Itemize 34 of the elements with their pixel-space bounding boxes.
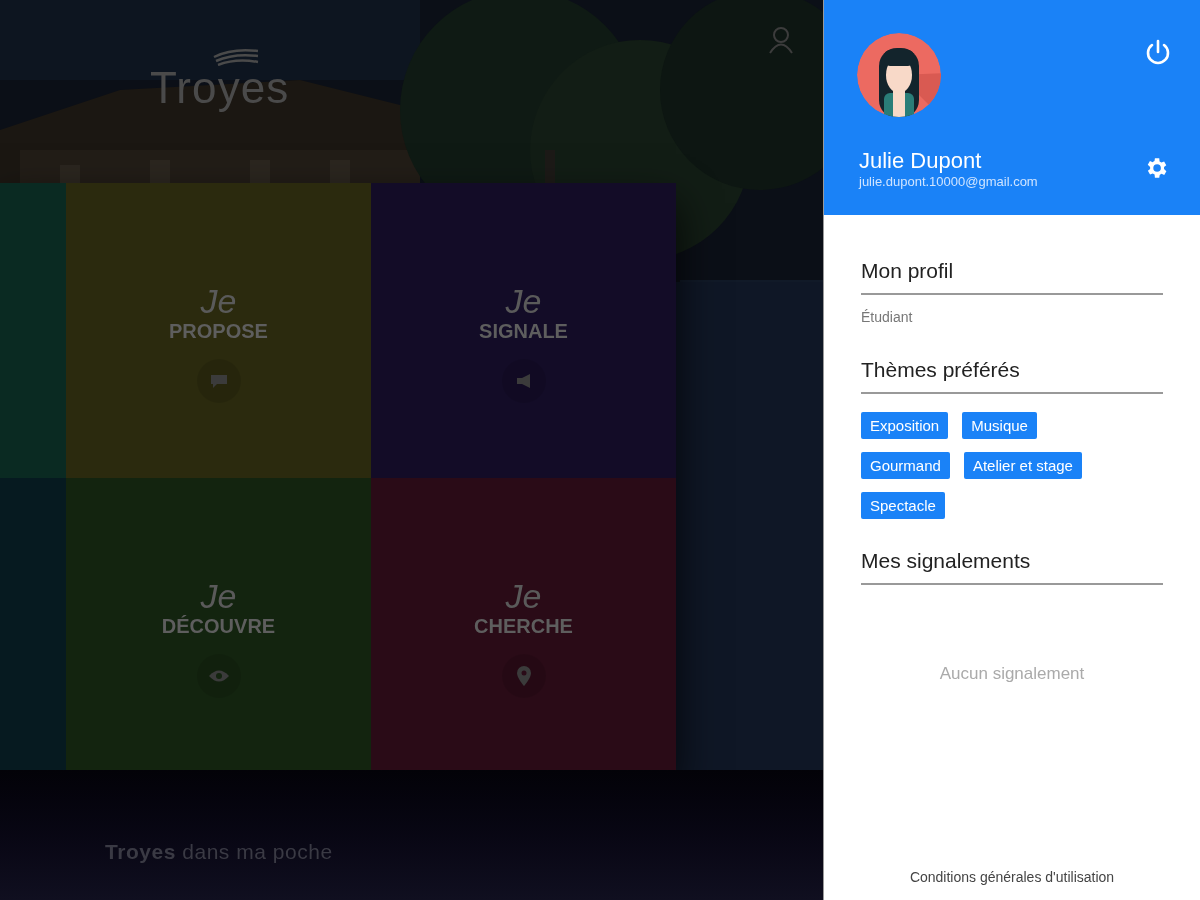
empty-message: Aucun signalement (939, 663, 1085, 685)
tile-label: DÉCOUVRE (161, 614, 276, 638)
section-title: Mon profil (861, 259, 954, 282)
section-title: Thèmes préférés (861, 358, 1020, 381)
tile-prefix: Je (200, 578, 237, 614)
location-pin-icon (516, 666, 531, 686)
theme-tag: Spectacle (861, 492, 945, 519)
theme-tag: Exposition (861, 412, 949, 439)
user-icon[interactable] (768, 26, 794, 54)
tile-label: SIGNALE (479, 319, 568, 343)
theme-tag: Atelier et stage (963, 452, 1082, 479)
menu-tile[interactable]: Je SIGNALE (371, 183, 676, 478)
user-name: Julie Dupont (859, 148, 983, 174)
speech-bubble-icon (208, 373, 229, 389)
tile-prefix: Je (505, 578, 542, 614)
tile-prefix: Je (200, 283, 237, 319)
terms-link[interactable]: Conditions générales d'utilisation (909, 867, 1115, 888)
theme-tag: Musique (962, 412, 1037, 439)
wave-icon (212, 48, 260, 66)
section-title: Mes signalements (861, 549, 1031, 572)
tile-label: CHERCHE (474, 614, 573, 638)
partial-tile[interactable] (0, 183, 66, 478)
user-email: julie.dupont.10000@gmail.com (859, 174, 1038, 189)
tile-label: PROPOSE (169, 319, 268, 343)
eye-icon (207, 669, 230, 683)
menu-tile[interactable]: Je CHERCHE (371, 478, 676, 770)
power-icon[interactable] (1145, 39, 1171, 66)
menu-tile[interactable]: Je DÉCOUVRE (66, 478, 371, 770)
profile-status: Étudiant (861, 308, 913, 327)
tile-prefix: Je (505, 283, 542, 319)
theme-tag: Gourmand (861, 452, 950, 479)
partial-tile[interactable] (0, 478, 66, 770)
menu-tile[interactable]: Je PROPOSE (66, 183, 371, 478)
logo-text: Troyes (150, 66, 290, 110)
